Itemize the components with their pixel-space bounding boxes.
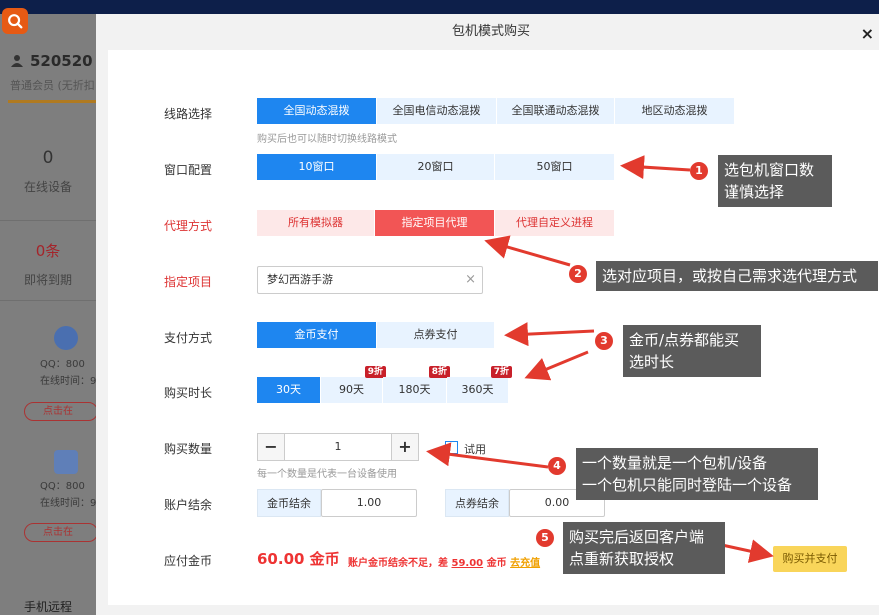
- annotation-number: 4: [548, 457, 566, 475]
- line-label: 线路选择: [164, 107, 213, 121]
- total-amount: 60.00 金币: [257, 550, 340, 568]
- proxy-option-project[interactable]: 指定项目代理: [375, 210, 495, 236]
- modal-body: 线路选择 全国动态混拨 全国电信动态混拨 全国联通动态混拨 地区动态混拨 购买后…: [108, 50, 879, 605]
- annotation-number: 5: [536, 529, 554, 547]
- annotation-callout: 金币/点券都能买 选时长: [623, 325, 761, 377]
- device-avatar-icon: [54, 326, 78, 350]
- payment-label: 支付方式: [164, 331, 213, 345]
- window-label: 窗口配置: [164, 163, 213, 177]
- stat-value: 0: [42, 148, 54, 168]
- purchase-modal: 包机模式购买 × 线路选择 全国动态混拨 全国电信动态混拨 全国联通动态混拨 地…: [96, 14, 879, 615]
- project-input[interactable]: 梦幻西游手游 ×: [257, 266, 483, 294]
- duration-option-180[interactable]: 180天 8折: [383, 366, 450, 403]
- duration-selector: 30天 90天 9折 180天 8折 360天 7折: [257, 366, 512, 403]
- device-connect-button[interactable]: 点击在: [24, 523, 98, 542]
- balance-warning: 账户金币结余不足，差 59.00 金币 去充值: [348, 554, 540, 569]
- proxy-selector: 所有模拟器 指定项目代理 代理自定义进程: [257, 210, 615, 236]
- discount-badge: 7折: [490, 366, 512, 378]
- window-selector: 10窗口 20窗口 50窗口: [257, 154, 615, 180]
- annotation-number: 1: [690, 162, 708, 180]
- sidebar-item-remote[interactable]: 手机远程: [24, 598, 72, 615]
- project-value: 梦幻西游手游: [267, 273, 333, 286]
- total-label: 应付金币: [164, 554, 213, 568]
- window-option-50[interactable]: 50窗口: [495, 154, 615, 180]
- proxy-label: 代理方式: [164, 219, 213, 233]
- line-option-region[interactable]: 地区动态混拨: [615, 98, 735, 124]
- annotation-callout: 购买完后返回客户端 点重新获取授权: [563, 522, 725, 574]
- stat-label: 在线设备: [23, 180, 72, 194]
- warning-text: 账户金币结余不足，差: [348, 558, 448, 569]
- device-online-time: 在线时间：9: [40, 498, 97, 509]
- annotation-number: 3: [595, 332, 613, 350]
- plus-button[interactable]: +: [391, 433, 419, 461]
- line-hint: 购买后也可以随时切换线路模式: [257, 134, 397, 145]
- user-icon: [11, 55, 23, 67]
- divider: [0, 220, 96, 221]
- annotation-callout: 一个数量就是一个包机/设备 一个包机只能同时登陆一个设备: [576, 448, 818, 500]
- stat-value: 0条: [35, 242, 61, 260]
- project-label: 指定项目: [164, 275, 213, 289]
- duration-option-label: 90天: [339, 383, 364, 396]
- duration-option-label: 30天: [276, 383, 301, 396]
- annotation-callout: 选包机窗口数 谨慎选择: [718, 155, 832, 207]
- user-id: 520520: [10, 52, 93, 70]
- coupon-balance-label: 点券结余: [445, 489, 509, 517]
- minus-button[interactable]: −: [257, 433, 285, 461]
- payment-selector: 金币支付 点券支付: [257, 322, 495, 348]
- quantity-label: 购买数量: [164, 442, 213, 456]
- device-online-time: 在线时间：9: [40, 376, 97, 387]
- quantity-stepper: − 1 +: [257, 433, 419, 461]
- balance-label: 账户结余: [164, 498, 213, 512]
- duration-option-90[interactable]: 90天 9折: [321, 366, 386, 403]
- level-progress-bar: [8, 100, 96, 103]
- annotation-number: 2: [569, 265, 587, 283]
- quantity-hint: 每一个数量是代表一台设备使用: [257, 469, 397, 480]
- line-option-national[interactable]: 全国动态混拨: [257, 98, 377, 124]
- proxy-option-custom[interactable]: 代理自定义进程: [495, 210, 615, 236]
- device-avatar-icon: [54, 450, 78, 474]
- app-logo-icon: [2, 8, 28, 34]
- payment-option-gold[interactable]: 金币支付: [257, 322, 377, 348]
- device-qq: QQ：800: [40, 359, 85, 370]
- duration-option-label: 180天: [398, 383, 431, 396]
- trial-label: 试用: [464, 443, 486, 456]
- quantity-input[interactable]: 1: [285, 433, 391, 461]
- payment-option-coupon[interactable]: 点券支付: [377, 322, 495, 348]
- duration-option-30[interactable]: 30天: [257, 377, 321, 403]
- device-qq: QQ：800: [40, 481, 85, 492]
- gold-balance-label: 金币结余: [257, 489, 321, 517]
- device-connect-button[interactable]: 点击在: [24, 402, 98, 421]
- duration-option-label: 360天: [461, 383, 494, 396]
- modal-title: 包机模式购买: [451, 24, 530, 39]
- annotation-callout: 选对应项目，或按自己需求选代理方式: [596, 261, 878, 291]
- window-option-10[interactable]: 10窗口: [257, 154, 377, 180]
- duration-label: 购买时长: [164, 386, 213, 400]
- warning-amount: 59.00: [451, 558, 484, 569]
- clear-icon[interactable]: ×: [465, 267, 476, 293]
- window-option-20[interactable]: 20窗口: [377, 154, 495, 180]
- line-selector: 全国动态混拨 全国电信动态混拨 全国联通动态混拨 地区动态混拨: [257, 98, 735, 124]
- divider: [0, 300, 96, 301]
- buy-and-pay-button[interactable]: 购买并支付: [773, 546, 847, 572]
- app-titlebar: [0, 0, 879, 14]
- line-option-telecom[interactable]: 全国电信动态混拨: [377, 98, 497, 124]
- stat-online-devices[interactable]: 0 在线设备: [0, 148, 96, 195]
- recharge-link[interactable]: 去充值: [510, 558, 540, 569]
- close-icon[interactable]: ×: [861, 24, 874, 43]
- stat-expiring[interactable]: 0条 即将到期: [0, 240, 96, 288]
- user-level: 普通会员 (无折扣: [10, 79, 95, 92]
- stat-label: 即将到期: [23, 273, 72, 287]
- duration-option-360[interactable]: 360天 7折: [447, 366, 512, 403]
- gold-balance-value: 1.00: [321, 489, 417, 517]
- line-option-unicom[interactable]: 全国联通动态混拨: [497, 98, 615, 124]
- trial-checkbox[interactable]: [445, 441, 458, 454]
- proxy-option-all[interactable]: 所有模拟器: [257, 210, 375, 236]
- warning-unit: 金币: [486, 558, 507, 569]
